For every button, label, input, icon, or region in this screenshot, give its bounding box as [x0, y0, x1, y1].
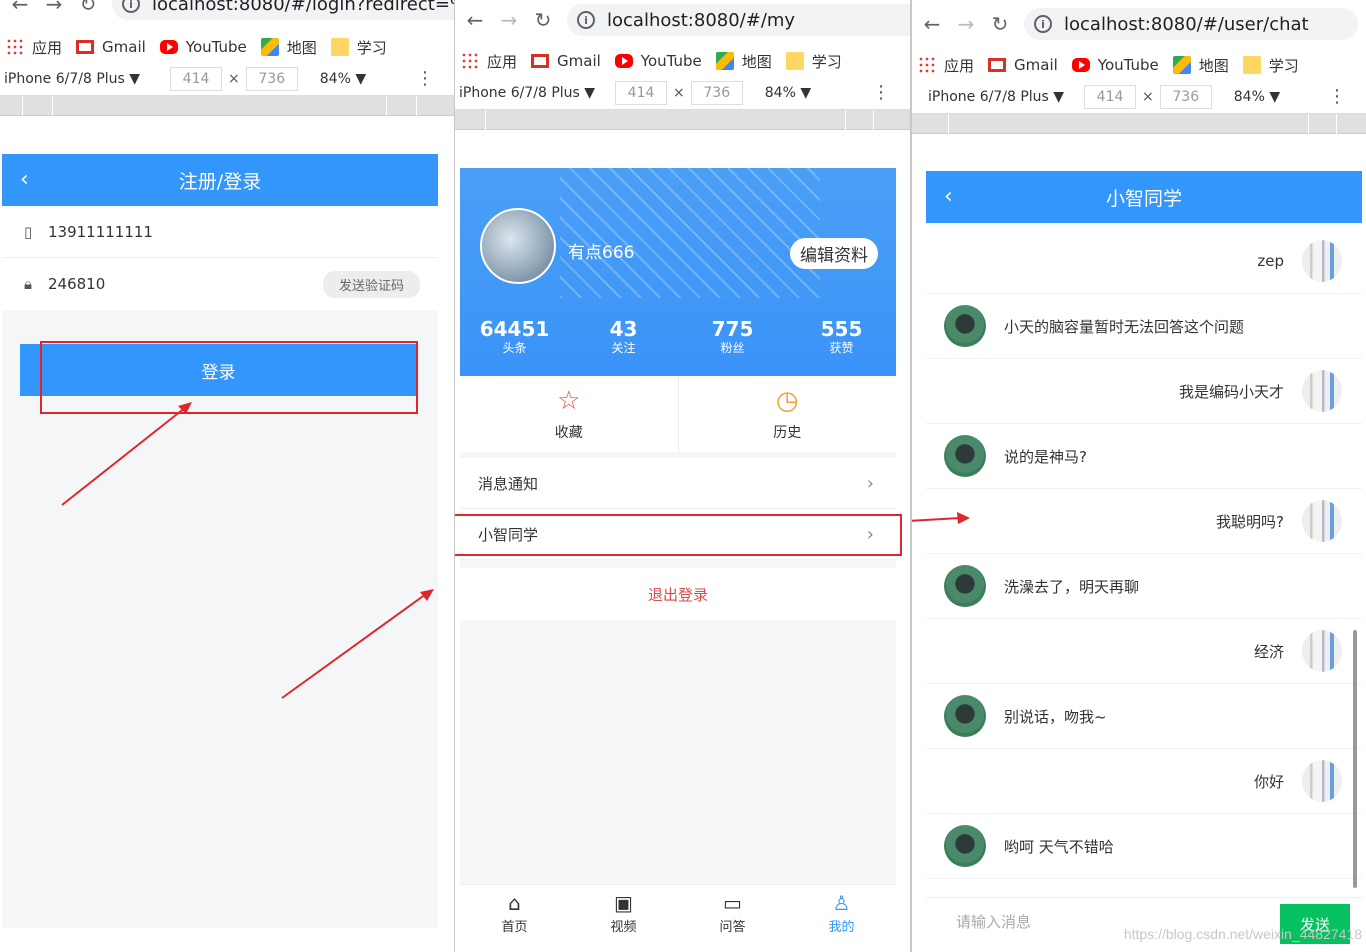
annotation-arrows [61, 402, 434, 699]
zoom-select[interactable]: 84% ▼ [765, 85, 811, 101]
stat-followers[interactable]: 775 粉丝 [678, 318, 787, 356]
tab-qa[interactable]: ▭ 问答 [678, 885, 787, 942]
avatar[interactable] [480, 208, 556, 284]
maps-icon [715, 52, 734, 70]
back-icon[interactable]: ← [461, 6, 489, 34]
clock-icon: ◷ [775, 386, 799, 416]
user-icon: ♙ [832, 891, 851, 915]
tab-home[interactable]: ⌂ 首页 [460, 885, 569, 942]
browser-window-my: ← → ↻ i localhost:8080/#/my 应用 Gmail YouT… [455, 0, 911, 952]
bookmark-maps[interactable]: 地图 [715, 51, 772, 72]
arrowhead-my [420, 589, 434, 601]
arrow-to-my [281, 593, 427, 699]
browser-window-chat: ← → ↻ i localhost:8080/#/user/chat 应用 Gma… [911, 0, 1366, 952]
arrow-to-login [61, 406, 187, 506]
tab-video[interactable]: ▣ 视频 [569, 885, 678, 942]
chat-bubble-icon: ▭ [723, 891, 742, 915]
forward-icon[interactable]: → [495, 6, 523, 34]
width-input[interactable]: 414 [615, 80, 668, 105]
stats-row: 64451 头条 43 关注 775 粉丝 555 获赞 [460, 318, 896, 356]
arrowhead-chat [957, 512, 970, 524]
annotation-arrows [912, 512, 970, 524]
video-icon: ▣ [614, 891, 633, 915]
chevron-right-icon: › [866, 472, 874, 494]
tab-me[interactable]: ♙ 我的 [787, 885, 896, 942]
stat-following[interactable]: 43 关注 [569, 318, 678, 356]
times-icon: × [673, 84, 685, 101]
history-button[interactable]: ◷ 历史 [679, 376, 897, 452]
notifications-cell[interactable]: 消息通知 › [460, 458, 896, 509]
star-icon: ☆ [557, 386, 581, 416]
bookmark-youtube[interactable]: YouTube [614, 52, 702, 70]
watermark: https://blog.csdn.net/weixin_44827418 [1123, 926, 1362, 942]
header-background-pattern [560, 168, 820, 298]
username: 有点666 [568, 243, 635, 263]
media-query-ruler [455, 110, 910, 130]
reload-icon[interactable]: ↻ [529, 6, 557, 34]
youtube-icon [614, 54, 633, 68]
device-select[interactable]: iPhone 6/7/8 Plus ▼ [459, 85, 595, 101]
arrow-to-chat [912, 517, 961, 522]
browser-window-login: ← → ↻ i localhost:8080/#/login?redirect=%… [0, 0, 455, 952]
bookmark-study[interactable]: 学习 [785, 51, 842, 72]
info-icon[interactable]: i [577, 11, 595, 29]
apps-icon [461, 52, 479, 70]
browser-toolbar: ← → ↻ i localhost:8080/#/my [455, 2, 910, 38]
bookmark-apps[interactable]: 应用 [461, 51, 517, 72]
gmail-icon [531, 54, 550, 68]
stat-likes[interactable]: 555 获赞 [787, 318, 896, 356]
url-text: localhost:8080/#/my [607, 9, 796, 31]
folder-icon [785, 52, 804, 70]
more-icon[interactable]: ⋮ [872, 82, 890, 103]
tab-bar: ⌂ 首页 ▣ 视频 ▭ 问答 ♙ 我的 [460, 884, 896, 942]
device-toolbar: iPhone 6/7/8 Plus ▼ 414 × 736 84% ▼ ⋮ [455, 76, 910, 110]
quick-grid: ☆ 收藏 ◷ 历史 [460, 376, 896, 458]
favorites-button[interactable]: ☆ 收藏 [460, 376, 679, 452]
height-input[interactable]: 736 [690, 80, 743, 105]
bookmarks-bar: 应用 Gmail YouTube 地图 学习 [455, 46, 910, 76]
edit-profile-button[interactable]: 编辑资料 [790, 238, 878, 269]
bookmark-gmail[interactable]: Gmail [531, 52, 601, 70]
logout-button[interactable]: 退出登录 [460, 568, 896, 620]
profile-header: 有点666 编辑资料 64451 头条 43 关注 775 粉丝 555 获赞 [460, 168, 896, 376]
home-icon: ⌂ [508, 891, 521, 915]
stat-articles[interactable]: 64451 头条 [460, 318, 569, 356]
annotation-box-xiaozhi [455, 514, 902, 556]
address-bar[interactable]: i localhost:8080/#/my [567, 4, 910, 36]
